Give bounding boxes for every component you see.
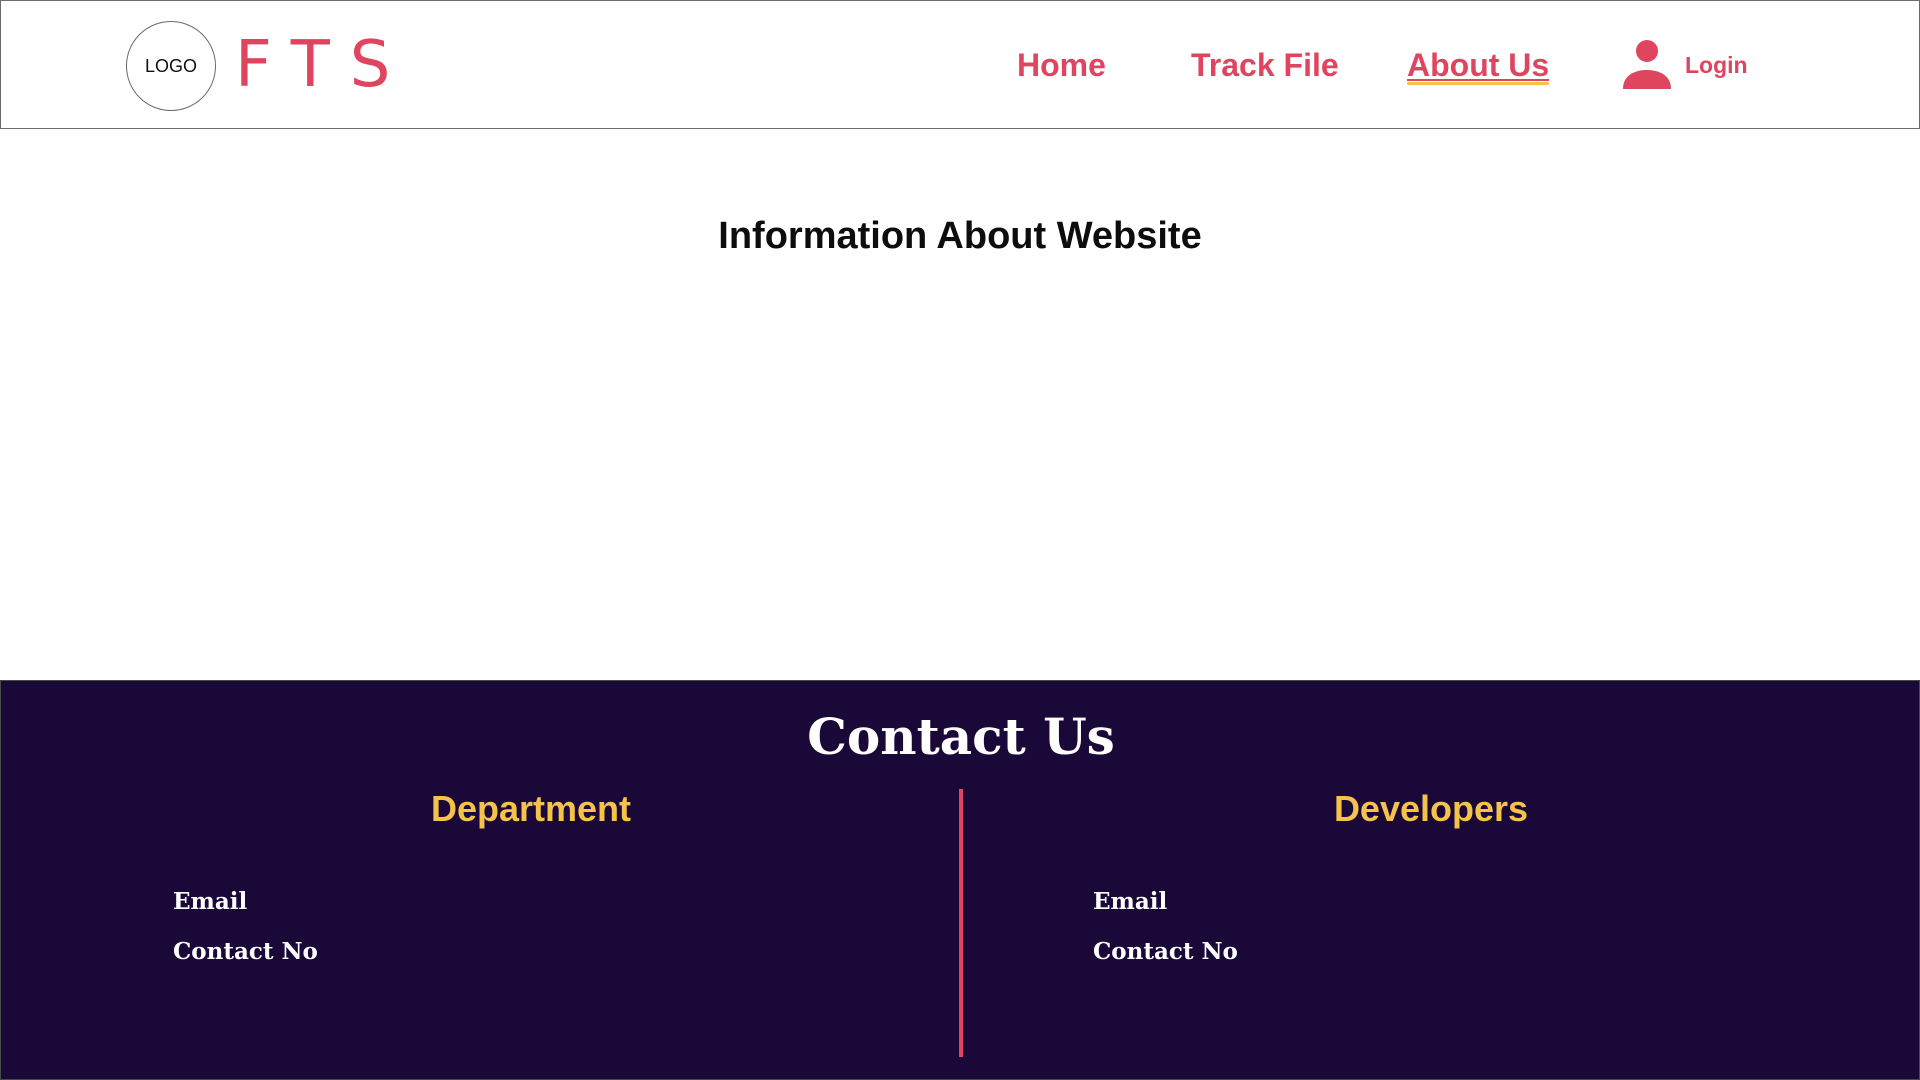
brand-name[interactable]: FTS: [235, 27, 410, 103]
department-contact-label: Contact No: [173, 938, 318, 965]
nav-home-label: Home: [1017, 47, 1106, 83]
active-underline: [1407, 79, 1550, 81]
developers-email-label: Email: [1093, 888, 1168, 915]
contact-footer: Contact Us Department Developers Email C…: [0, 680, 1920, 1080]
department-heading: Department: [431, 788, 632, 829]
page-title: Information About Website: [718, 215, 1202, 257]
footer-title: Contact Us: [807, 707, 1115, 766]
login-label: Login: [1685, 51, 1748, 78]
nav-about-us-link[interactable]: About Us: [1407, 45, 1550, 85]
nav-track-file-link[interactable]: Track File: [1191, 45, 1339, 85]
logo[interactable]: LOGO: [126, 21, 216, 111]
site-header: LOGO FTS Home Track File About Us Login: [0, 0, 1920, 129]
nav-home-link[interactable]: Home: [1017, 45, 1106, 85]
logo-text: LOGO: [144, 55, 197, 76]
column-divider: [959, 789, 963, 1057]
nav-about-us-label: About Us: [1407, 47, 1550, 83]
developers-heading: Developers: [1333, 788, 1529, 829]
developers-contact-label: Contact No: [1093, 938, 1238, 965]
user-icon: [1623, 40, 1671, 89]
nav-track-file-label: Track File: [1191, 47, 1339, 83]
login-button[interactable]: Login: [1619, 37, 1748, 93]
active-highlight-bar: [1407, 82, 1550, 85]
department-email-label: Email: [173, 888, 248, 915]
